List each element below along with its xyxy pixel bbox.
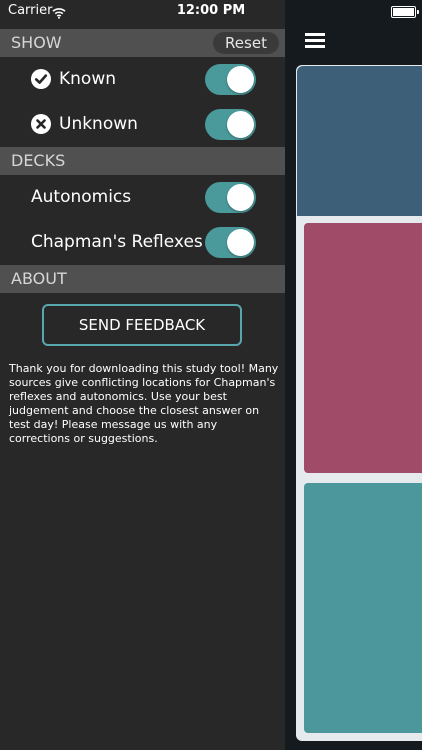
send-feedback-button[interactable]: SEND FEEDBACK — [42, 304, 242, 346]
show-row-known: Known — [0, 57, 285, 101]
section-header-decks: DECKS — [0, 147, 285, 175]
show-label-unknown: Unknown — [59, 114, 138, 134]
toggle-knob — [227, 229, 254, 256]
section-title-show: SHOW — [11, 33, 62, 52]
deck-label-autonomics: Autonomics — [31, 187, 132, 207]
section-title-decks: DECKS — [11, 151, 66, 170]
status-bar: Carrier 12:00 PM — [0, 0, 422, 24]
hamburger-menu-icon[interactable] — [305, 33, 325, 49]
section-header-about: ABOUT — [0, 265, 285, 293]
about-text: Thank you for downloading this study too… — [9, 362, 279, 445]
section-header-show: SHOW Reset — [0, 29, 285, 57]
toggle-unknown[interactable] — [205, 109, 256, 140]
status-time: 12:00 PM — [176, 3, 246, 18]
card-teal[interactable]: P — [304, 483, 422, 733]
sidebar-drawer: SHOW Reset Known Unknown DECKS Autonomic… — [0, 0, 285, 750]
card-stack: P — [296, 65, 422, 741]
deck-row-autonomics: Autonomics — [0, 175, 285, 219]
toggle-knob — [227, 111, 254, 138]
section-title-about: ABOUT — [11, 269, 67, 288]
reset-button[interactable]: Reset — [213, 32, 279, 54]
toggle-knob — [227, 66, 254, 93]
check-circle-icon — [31, 69, 51, 89]
x-circle-icon — [31, 114, 51, 134]
card-red[interactable] — [304, 223, 422, 473]
deck-label-chapmans: Chapman's Reflexes — [31, 232, 203, 252]
toggle-chapmans[interactable] — [205, 227, 256, 258]
toggle-known[interactable] — [205, 64, 256, 95]
toggle-knob — [227, 184, 254, 211]
deck-row-chapmans: Chapman's Reflexes — [0, 220, 285, 264]
show-row-unknown: Unknown — [0, 102, 285, 146]
battery-icon — [391, 6, 419, 18]
toggle-autonomics[interactable] — [205, 182, 256, 213]
show-label-known: Known — [59, 69, 117, 89]
card-blue[interactable] — [297, 66, 422, 216]
